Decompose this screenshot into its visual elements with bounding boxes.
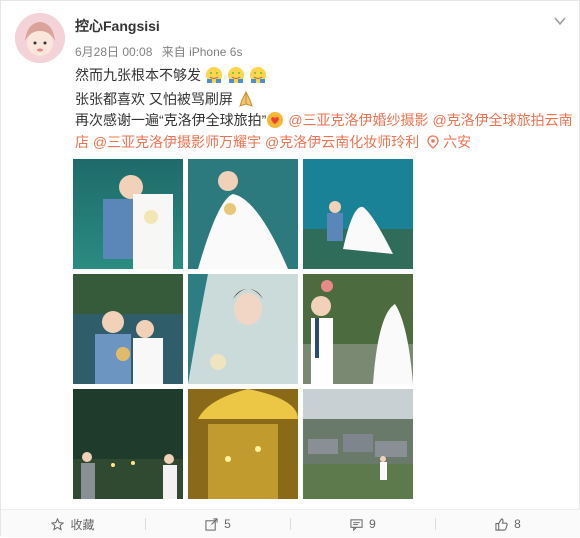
wedding-photo-9[interactable] <box>303 389 413 499</box>
post-line-1: 然而九张根本不够发 <box>75 63 575 87</box>
post-text: 然而九张根本不够发 <box>75 67 201 83</box>
post-source[interactable]: 来自 iPhone 6s <box>162 45 243 59</box>
comment-icon <box>350 518 363 531</box>
share-icon <box>205 517 218 531</box>
weibo-post-card: 控心Fangsisi 6月28日 00:08 来自 iPhone 6s 然而九张… <box>0 0 580 537</box>
comment-count: 9 <box>369 517 376 531</box>
mention-link[interactable]: @三亚克洛伊摄影师万耀宇 <box>93 134 261 150</box>
author-name[interactable]: 控心Fangsisi <box>75 16 160 36</box>
wedding-photo-1[interactable] <box>73 159 183 269</box>
photo-image <box>73 274 183 384</box>
favorite-label: 收藏 <box>70 517 95 532</box>
comment-button[interactable]: 9 <box>291 510 435 538</box>
repost-button[interactable]: 5 <box>146 510 290 538</box>
post-line-3: 再次感谢一遍“克洛伊全球旅拍” @三亚克洛伊婚纱摄影 @克洛伊全球旅拍云南店 @三… <box>75 109 575 153</box>
like-button[interactable]: 8 <box>436 510 580 538</box>
praying-hands-icon <box>238 90 253 107</box>
avatar[interactable] <box>15 13 65 63</box>
photo-image <box>303 274 413 384</box>
smile-hug-icon <box>249 67 266 83</box>
location-pin-icon <box>427 135 439 149</box>
wedding-photo-2[interactable] <box>188 159 298 269</box>
photo-image <box>188 274 298 384</box>
post-text: 再次感谢一遍“克洛伊全球旅拍” <box>75 112 267 128</box>
star-icon <box>51 517 65 531</box>
favorite-button[interactable]: 收藏 <box>1 510 145 538</box>
wedding-photo-7[interactable] <box>73 389 183 499</box>
photo-image <box>73 389 183 499</box>
location-text: 六安 <box>443 134 472 150</box>
wedding-photo-3[interactable] <box>303 159 413 269</box>
photo-grid <box>73 159 413 499</box>
repost-count: 5 <box>224 517 231 531</box>
wedding-photo-4[interactable] <box>73 274 183 384</box>
mention-link[interactable]: @克洛伊云南化妆师玲利 <box>265 134 419 150</box>
photo-image <box>188 159 298 269</box>
mention-link[interactable]: @三亚克洛伊婚纱摄影 <box>288 112 428 128</box>
photo-image <box>188 389 298 499</box>
thumbs-up-icon <box>495 517 508 531</box>
like-count: 8 <box>514 517 521 531</box>
post-line-2: 张张都喜欢 又怕被骂刷屏 <box>75 87 575 111</box>
wedding-photo-5[interactable] <box>188 274 298 384</box>
photo-image <box>73 159 183 269</box>
wedding-photo-8[interactable] <box>188 389 298 499</box>
photo-image <box>303 389 413 499</box>
photo-image <box>303 159 413 269</box>
post-date[interactable]: 6月28日 00:08 <box>75 45 152 59</box>
smile-hug-icon <box>205 67 222 83</box>
action-bar: 收藏 5 9 8 <box>1 509 580 537</box>
wedding-photo-6[interactable] <box>303 274 413 384</box>
girl-avatar-icon <box>15 13 65 63</box>
post-text: 张张都喜欢 又怕被骂刷屏 <box>75 91 233 107</box>
chevron-down-icon[interactable] <box>553 14 567 28</box>
heart-loop-icon <box>267 112 284 128</box>
post-meta: 6月28日 00:08 来自 iPhone 6s <box>75 43 248 60</box>
smile-hug-icon <box>227 67 244 83</box>
location-link[interactable]: 六安 <box>423 134 471 150</box>
